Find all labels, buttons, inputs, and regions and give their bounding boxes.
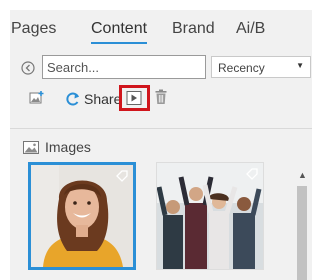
trash-icon[interactable] [155,89,167,105]
image-icon [23,140,39,154]
back-arrow-icon[interactable] [21,61,35,75]
images-section-title: Images [45,139,91,155]
images-section-header: Images [23,138,91,156]
tab-bar: Pages Content Brand Ai/B [10,10,312,46]
share-label: Share [84,91,122,107]
search-input[interactable] [42,55,206,79]
chevron-down-icon: ▼ [296,61,304,70]
vertical-scrollbar[interactable]: ▲ [294,168,310,280]
image-thumbnail-portrait[interactable] [28,162,136,270]
tab-aib[interactable]: Ai/B [236,20,265,42]
play-preview-icon[interactable] [126,90,142,106]
sort-selected-value: Recency [218,61,265,75]
tab-content[interactable]: Content [91,20,148,44]
image-thumbnail-team[interactable] [156,162,264,270]
scroll-up-arrow-icon[interactable]: ▲ [298,170,307,180]
tag-icon [246,168,258,180]
section-divider [10,128,312,129]
add-image-icon[interactable] [29,90,45,106]
content-panel: Pages Content Brand Ai/B Recency ▼ Share [10,10,312,280]
share-button[interactable]: Share [65,89,121,109]
tag-icon [116,170,128,182]
share-refresh-icon [66,92,79,106]
sort-dropdown[interactable]: Recency ▼ [211,56,311,78]
tab-brand[interactable]: Brand [172,20,215,42]
tab-pages[interactable]: Pages [11,20,56,42]
scroll-thumb[interactable] [297,186,307,280]
